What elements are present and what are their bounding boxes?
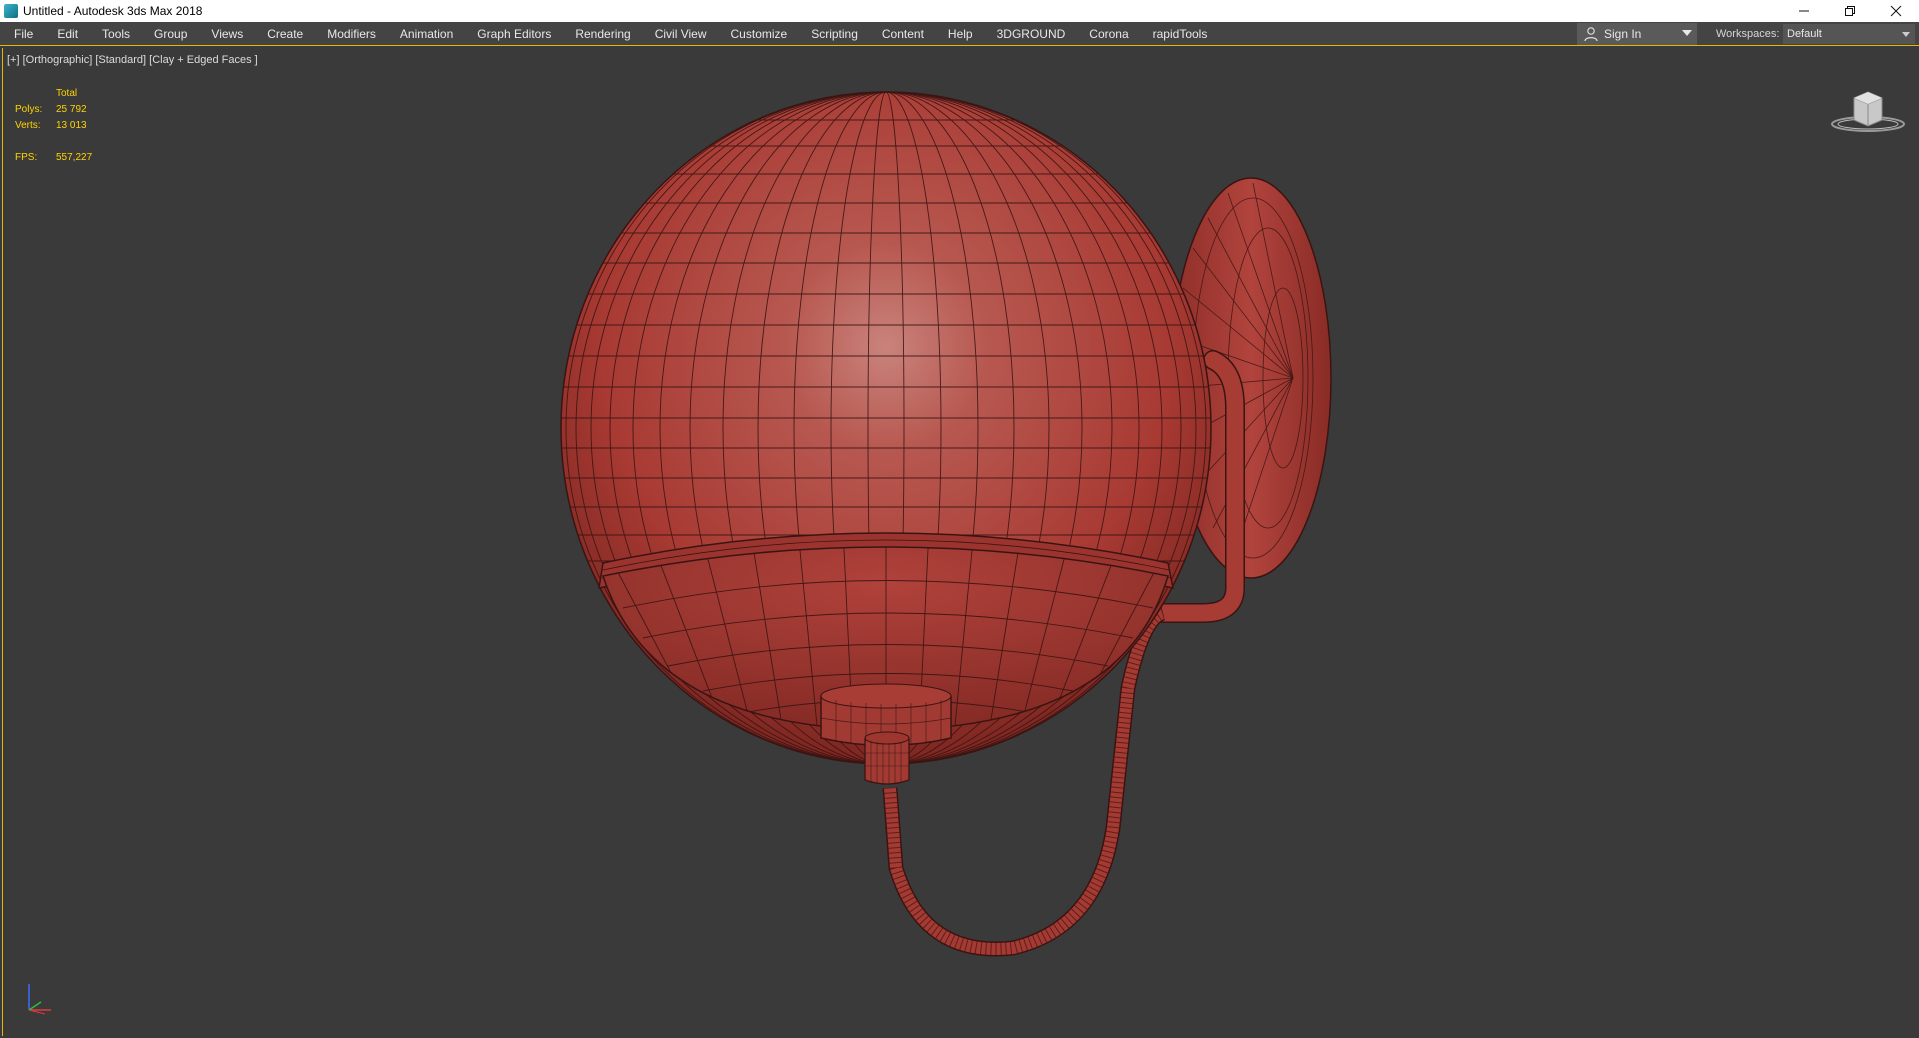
user-icon — [1584, 27, 1598, 42]
socket — [864, 737, 910, 785]
close-button[interactable] — [1873, 0, 1919, 22]
minimize-button[interactable] — [1781, 0, 1827, 22]
app-icon[interactable] — [4, 4, 18, 18]
window-title: Untitled - Autodesk 3ds Max 2018 — [23, 4, 203, 18]
fps-value: 557,227 — [56, 151, 93, 163]
menu-rapidtools[interactable]: rapidTools — [1141, 22, 1220, 46]
workspace-value: Default — [1787, 28, 1822, 40]
restore-button[interactable] — [1827, 0, 1873, 22]
viewport-label[interactable]: [+] [Orthographic] [Standard] [Clay + Ed… — [7, 54, 258, 66]
menu-views[interactable]: Views — [199, 22, 255, 46]
menu-corona[interactable]: Corona — [1077, 22, 1140, 46]
axis-gizmo-icon — [28, 984, 51, 1015]
menu-rendering[interactable]: Rendering — [563, 22, 642, 46]
perspective-viewport[interactable]: [+] [Orthographic] [Standard] [Clay + Ed… — [2, 48, 1917, 1036]
menu-edit[interactable]: Edit — [45, 22, 90, 46]
menu-group[interactable]: Group — [142, 22, 199, 46]
sign-in-label: Sign In — [1604, 27, 1642, 41]
workspaces-select[interactable]: Default — [1783, 24, 1915, 44]
sign-in-dropdown[interactable]: Sign In — [1577, 23, 1697, 45]
close-icon — [1890, 5, 1902, 17]
menu-tools[interactable]: Tools — [90, 22, 142, 46]
menu-3dground[interactable]: 3DGROUND — [985, 22, 1078, 46]
restore-icon — [1845, 6, 1855, 16]
menu-animation[interactable]: Animation — [388, 22, 465, 46]
chevron-down-icon — [1682, 30, 1692, 36]
polys-value: 25 792 — [56, 103, 87, 115]
viewcube-icon[interactable] — [1828, 80, 1908, 136]
menu-create[interactable]: Create — [255, 22, 315, 46]
polys-label: Polys: — [15, 103, 43, 115]
menu-modifiers[interactable]: Modifiers — [315, 22, 388, 46]
statistics-overlay: Total Polys: 25 792 Verts: 13 013 FPS: 557,… — [15, 85, 92, 165]
menu-help[interactable]: Help — [936, 22, 985, 46]
bottom-cap-top — [820, 683, 952, 709]
wall-lamp-model — [560, 91, 1332, 957]
window-controls — [1781, 0, 1919, 22]
minimize-icon — [1799, 10, 1809, 12]
menu-file[interactable]: File — [0, 22, 45, 46]
verts-value: 13 013 — [56, 119, 87, 131]
menu-content[interactable]: Content — [870, 22, 936, 46]
menu-civil-view[interactable]: Civil View — [643, 22, 719, 46]
verts-label: Verts: — [15, 119, 41, 131]
menu-customize[interactable]: Customize — [719, 22, 800, 46]
fps-label: FPS: — [15, 151, 38, 163]
menu-scripting[interactable]: Scripting — [799, 22, 870, 46]
menu-graph-editors[interactable]: Graph Editors — [465, 22, 563, 46]
stats-header: Total — [56, 87, 78, 99]
workspaces-label: Workspaces: — [1716, 28, 1780, 40]
socket-top — [864, 731, 910, 745]
chevron-down-icon — [1902, 32, 1910, 37]
title-bar: Untitled - Autodesk 3ds Max 2018 — [0, 0, 1919, 22]
